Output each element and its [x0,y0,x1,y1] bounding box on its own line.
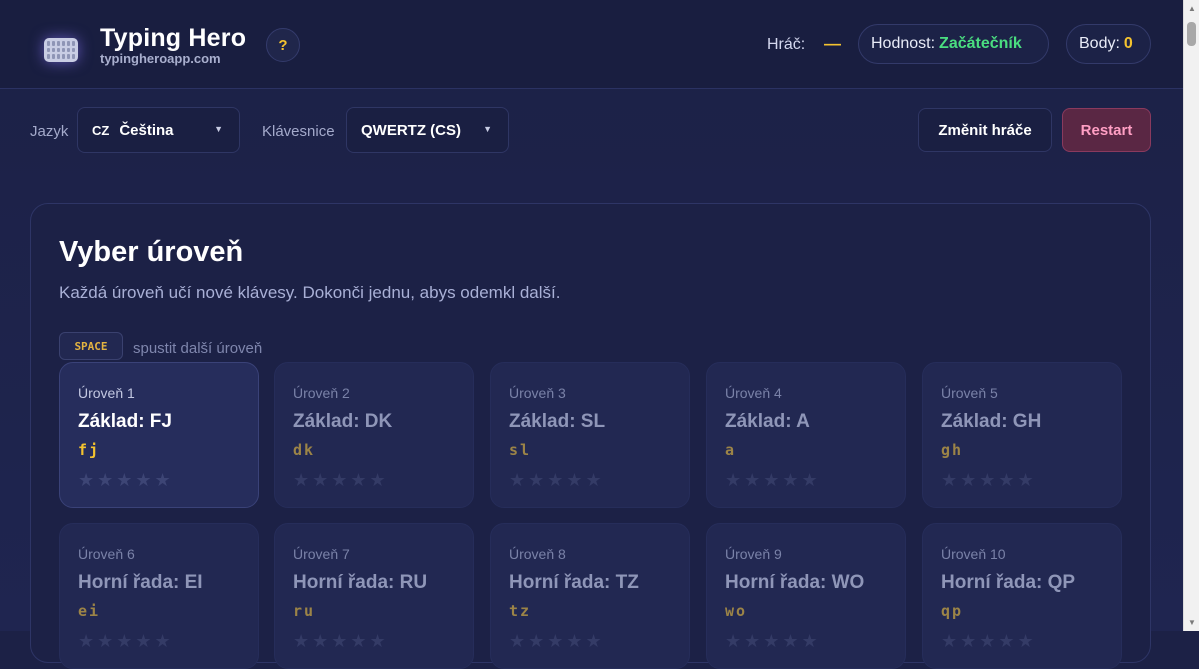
star-rating-icon: ★★★★★ [941,470,1037,490]
level-card[interactable]: Úroveň 8 Horní řada: TZ tz ★★★★★ [490,523,690,669]
level-card[interactable]: Úroveň 5 Základ: GH gh ★★★★★ [922,362,1122,508]
level-card[interactable]: Úroveň 7 Horní řada: RU ru ★★★★★ [274,523,474,669]
level-number: Úroveň 1 [78,385,135,401]
score-badge: Body: 0 [1066,24,1151,64]
star-rating-icon: ★★★★★ [725,631,821,651]
chevron-down-icon: ▼ [483,124,492,134]
level-name: Horní řada: WO [725,572,865,593]
scrollbar[interactable]: ▲ ▼ [1183,0,1199,631]
star-rating-icon: ★★★★★ [941,631,1037,651]
level-keys: gh [941,441,964,459]
star-rating-icon: ★★★★★ [78,631,174,651]
score-value: 0 [1123,35,1133,52]
level-name: Horní řada: QP [941,572,1076,593]
level-name: Základ: FJ [78,411,172,432]
level-keys: dk [293,441,316,459]
level-keys: ei [78,602,101,620]
app-title: Typing Hero [100,24,247,52]
chevron-down-icon: ▼ [214,124,223,134]
flag-cz-icon: CZ [92,122,110,138]
page-title: Vyber úroveň [59,236,244,268]
level-name: Základ: A [725,411,810,432]
rank-label: Hodnost: [871,35,936,52]
level-number: Úroveň 8 [509,546,566,562]
level-number: Úroveň 7 [293,546,350,562]
keyboard-icon [44,38,78,62]
change-player-button[interactable]: Změnit hráče [918,108,1052,152]
level-card[interactable]: Úroveň 6 Horní řada: EI ei ★★★★★ [59,523,259,669]
star-rating-icon: ★★★★★ [293,470,389,490]
level-keys: wo [725,602,748,620]
language-label: Jazyk [30,123,69,140]
level-number: Úroveň 10 [941,546,1006,562]
help-button[interactable]: ? [266,28,300,62]
level-card[interactable]: Úroveň 10 Horní řada: QP qp ★★★★★ [922,523,1122,669]
rank-value: Začátečník [939,35,1022,52]
level-name: Horní řada: RU [293,572,428,593]
player-value: — [824,34,841,53]
level-keys: sl [509,441,532,459]
keyboard-select[interactable]: QWERTZ (CS) ▼ [346,107,509,153]
level-number: Úroveň 6 [78,546,135,562]
star-rating-icon: ★★★★★ [78,470,174,490]
level-number: Úroveň 3 [509,385,566,401]
star-rating-icon: ★★★★★ [509,470,605,490]
level-name: Základ: SL [509,411,606,432]
level-name: Horní řada: TZ [509,572,639,593]
level-number: Úroveň 5 [941,385,998,401]
level-name: Základ: GH [941,411,1042,432]
keyboard-value: QWERTZ (CS) [361,121,461,139]
level-number: Úroveň 4 [725,385,782,401]
level-card[interactable]: Úroveň 9 Horní řada: WO wo ★★★★★ [706,523,906,669]
app-subtitle: typingheroapp.com [100,51,221,66]
level-card[interactable]: Úroveň 1 Základ: FJ fj ★★★★★ [59,362,259,508]
level-number: Úroveň 9 [725,546,782,562]
space-hint: spustit další úroveň [133,340,263,357]
restart-button[interactable]: Restart [1062,108,1151,152]
level-name: Základ: DK [293,411,393,432]
level-card[interactable]: Úroveň 3 Základ: SL sl ★★★★★ [490,362,690,508]
level-keys: tz [509,602,532,620]
rank-badge: Hodnost: Začátečník [858,24,1049,64]
space-key-badge: SPACE [59,332,123,360]
player-label: Hráč: [767,36,806,53]
star-rating-icon: ★★★★★ [509,631,605,651]
scroll-up-icon[interactable]: ▲ [1188,4,1196,13]
scroll-thumb[interactable] [1187,22,1196,46]
score-label: Body: [1079,35,1120,52]
level-keys: a [725,441,737,459]
page-subtitle: Každá úroveň učí nové klávesy. Dokonči j… [59,283,561,302]
language-value: Čeština [119,121,174,139]
level-number: Úroveň 2 [293,385,350,401]
language-select[interactable]: CZ Čeština ▼ [77,107,240,153]
level-keys: qp [941,602,964,620]
level-name: Horní řada: EI [78,572,203,593]
level-card[interactable]: Úroveň 2 Základ: DK dk ★★★★★ [274,362,474,508]
star-rating-icon: ★★★★★ [725,470,821,490]
keyboard-label: Klávesnice [262,123,335,140]
app-header: Typing Hero typingheroapp.com ? Hráč: — … [0,0,1183,89]
level-card[interactable]: Úroveň 4 Základ: A a ★★★★★ [706,362,906,508]
scroll-down-icon[interactable]: ▼ [1188,618,1196,627]
level-keys: fj [78,441,101,459]
level-keys: ru [293,602,316,620]
star-rating-icon: ★★★★★ [293,631,389,651]
